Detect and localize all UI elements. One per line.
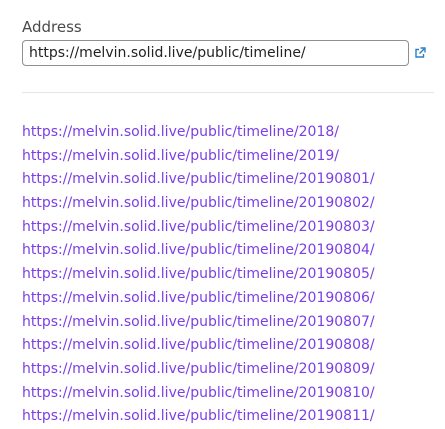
list-item: https://melvin.solid.live/public/timelin… xyxy=(22,261,375,285)
external-link-icon[interactable] xyxy=(414,47,426,59)
list-item: https://melvin.solid.live/public/timelin… xyxy=(22,285,375,309)
timeline-link-list: https://melvin.solid.live/public/timelin… xyxy=(22,119,375,427)
timeline-link[interactable]: https://melvin.solid.live/public/timelin… xyxy=(22,266,375,282)
address-label: Address xyxy=(22,18,82,36)
timeline-link[interactable]: https://melvin.solid.live/public/timelin… xyxy=(22,148,339,164)
timeline-link[interactable]: https://melvin.solid.live/public/timelin… xyxy=(22,171,375,187)
list-item: https://melvin.solid.live/public/timelin… xyxy=(22,403,375,427)
timeline-link[interactable]: https://melvin.solid.live/public/timelin… xyxy=(22,314,375,330)
list-item: https://melvin.solid.live/public/timelin… xyxy=(22,309,375,333)
list-item: https://melvin.solid.live/public/timelin… xyxy=(22,237,375,261)
timeline-link[interactable]: https://melvin.solid.live/public/timelin… xyxy=(22,361,375,377)
list-item: https://melvin.solid.live/public/timelin… xyxy=(22,166,375,190)
list-item: https://melvin.solid.live/public/timelin… xyxy=(22,190,375,214)
list-item: https://melvin.solid.live/public/timelin… xyxy=(22,332,375,356)
timeline-link[interactable]: https://melvin.solid.live/public/timelin… xyxy=(22,195,375,211)
timeline-link[interactable]: https://melvin.solid.live/public/timelin… xyxy=(22,124,339,140)
list-item: https://melvin.solid.live/public/timelin… xyxy=(22,214,375,238)
list-item: https://melvin.solid.live/public/timelin… xyxy=(22,380,375,404)
section-divider xyxy=(22,92,434,93)
timeline-link[interactable]: https://melvin.solid.live/public/timelin… xyxy=(22,219,375,235)
timeline-link[interactable]: https://melvin.solid.live/public/timelin… xyxy=(22,290,375,306)
list-item: https://melvin.solid.live/public/timelin… xyxy=(22,356,375,380)
list-item: https://melvin.solid.live/public/timelin… xyxy=(22,143,375,167)
list-item: https://melvin.solid.live/public/timelin… xyxy=(22,119,375,143)
address-input[interactable] xyxy=(22,40,409,66)
timeline-link[interactable]: https://melvin.solid.live/public/timelin… xyxy=(22,385,375,401)
timeline-link[interactable]: https://melvin.solid.live/public/timelin… xyxy=(22,242,375,258)
timeline-link[interactable]: https://melvin.solid.live/public/timelin… xyxy=(22,337,375,353)
